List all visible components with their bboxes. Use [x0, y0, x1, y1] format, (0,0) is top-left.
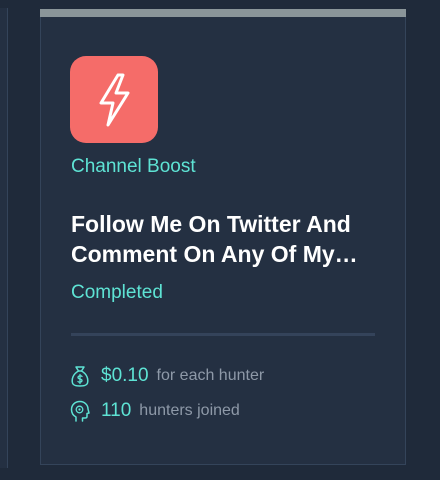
task-title[interactable]: Follow Me On Twitter And Comment On Any …: [71, 209, 383, 269]
adjacent-card-edge: [0, 8, 8, 468]
reward-row: $0.10 for each hunter: [69, 365, 264, 387]
card-top-bar: [40, 9, 406, 17]
divider: [71, 333, 375, 336]
status-badge: Completed: [71, 282, 163, 303]
hunters-row: 110 hunters joined: [69, 400, 240, 422]
hunters-count: 110: [101, 400, 132, 421]
reward-value: $0.10: [101, 365, 149, 386]
head-icon: [69, 400, 91, 422]
lightning-bolt-icon: [70, 56, 158, 143]
task-category: Channel Boost: [71, 156, 196, 177]
money-bag-icon: [69, 365, 91, 387]
task-card[interactable]: Channel Boost Follow Me On Twitter And C…: [40, 9, 406, 465]
hunters-label: hunters joined: [139, 402, 240, 419]
reward-label: for each hunter: [156, 367, 265, 384]
